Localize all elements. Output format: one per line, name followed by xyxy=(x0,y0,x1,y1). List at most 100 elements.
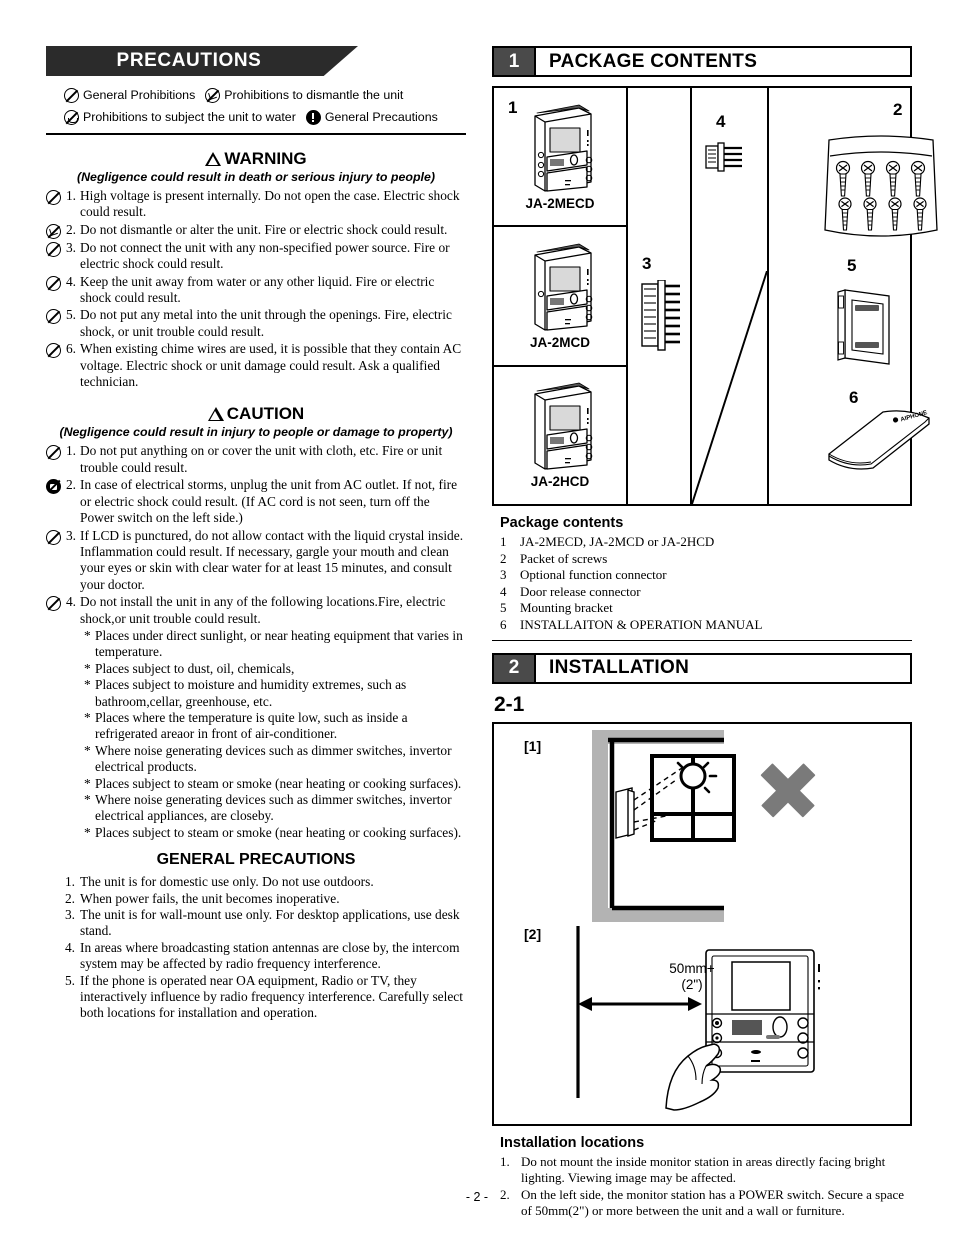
monitor-model-label: JA-2MCD xyxy=(529,334,590,350)
item-number: 4. xyxy=(65,273,76,289)
legend-row: General Prohibitions Prohibitions to dis… xyxy=(64,84,466,106)
package-contents-row: 5 Mounting bracket xyxy=(492,600,912,617)
unplug-precaution-icon xyxy=(46,479,61,495)
diagonal-divider-line xyxy=(692,271,767,504)
section-header-package-contents: 1 PACKAGE CONTENTS xyxy=(492,46,912,77)
row-number: 5 xyxy=(500,600,507,616)
item-index-6: 6 xyxy=(849,388,859,407)
item-text: The unit is for domestic use only. Do no… xyxy=(80,874,374,890)
item-index-5: 5 xyxy=(847,256,857,275)
legend-label: Prohibitions to dismantle the unit xyxy=(224,88,404,102)
general-prohibition-icon xyxy=(64,87,79,103)
item-number: 2. xyxy=(65,221,76,237)
item-index-3: 3 xyxy=(642,254,652,273)
item-number: 3. xyxy=(65,239,76,255)
precautions-banner: PRECAUTIONS xyxy=(46,46,358,76)
wall-clearance-illustration xyxy=(576,925,820,1111)
section-title: INSTALLATION xyxy=(549,657,690,679)
caution-subtitle: (Negligence could result in injury to pe… xyxy=(59,425,453,440)
bullet-asterisk: * xyxy=(84,775,91,791)
warning-title: WARNING xyxy=(224,149,307,168)
item-number: 2. xyxy=(65,477,76,493)
caution-sub-item: * Places subject to moisture and humidit… xyxy=(84,677,466,710)
package-installation-column: 1 PACKAGE CONTENTS 1 JA-2MECD JA-2MCD JA… xyxy=(492,46,938,1220)
monitor-model-label: JA-2HCD xyxy=(530,474,590,490)
warning-heading: WARNING xyxy=(46,149,466,169)
door-release-connector-illustration xyxy=(705,142,742,172)
precautions-banner-title: PRECAUTIONS xyxy=(116,50,262,71)
row-number: 1 xyxy=(500,534,507,549)
general-prohibition-icon xyxy=(46,309,61,325)
item-number: 1. xyxy=(65,443,76,459)
item-text: Do not install the unit in any of the fo… xyxy=(80,594,446,626)
general-prohibition-icon xyxy=(46,343,61,359)
installation-locations-list: 1. Do not mount the inside monitor stati… xyxy=(492,1154,912,1220)
item-text: In areas where broadcasting station ante… xyxy=(80,939,460,972)
caution-list: 1. Do not put anything on or cover the u… xyxy=(46,443,466,841)
general-precaution-item: 5. If the phone is operated near OA equi… xyxy=(46,973,466,1022)
divider xyxy=(46,133,466,135)
section-number: 2 xyxy=(494,654,536,682)
caution-sub-list: * Places under direct sunlight, or near … xyxy=(84,628,466,841)
row-text: Do not mount the inside monitor station … xyxy=(521,1153,886,1186)
item-text: In case of electrical storms, unplug the… xyxy=(80,477,458,526)
precautions-column: PRECAUTIONS General Prohibitions Prohibi… xyxy=(46,46,466,1022)
item-text: If LCD is punctured, do not allow contac… xyxy=(80,527,464,592)
row-number: 2 xyxy=(500,550,507,566)
section-number: 1 xyxy=(494,48,536,75)
general-precaution-item: 3. The unit is for wall-mount use only. … xyxy=(46,907,466,940)
bright-light-warning-illustration xyxy=(592,729,816,922)
sub-item-text: Places subject to steam or smoke (near h… xyxy=(95,824,462,840)
package-contents-row: 4 Door release connector xyxy=(492,584,912,601)
item-text: Do not dismantle or alter the unit. Fire… xyxy=(80,221,448,237)
package-contents-row: 1 JA-2MECD, JA-2MCD or JA-2HCD xyxy=(492,534,912,551)
package-contents-row: 6 INSTALLAITON & OPERATION MANUAL xyxy=(492,617,912,634)
general-precautions-heading: GENERAL PRECAUTIONS xyxy=(156,851,356,869)
caution-triangle-icon xyxy=(207,407,224,422)
sub-item-text: Where noise generating devices such as d… xyxy=(95,792,452,824)
item-text: Keep the unit away from water or any oth… xyxy=(80,273,435,306)
general-prohibition-icon xyxy=(46,275,61,291)
diagram-label-1: [1] xyxy=(524,737,542,754)
row-number: 6 xyxy=(500,616,507,632)
caution-title: CAUTION xyxy=(226,404,305,424)
general-prohibition-icon xyxy=(46,241,61,257)
installation-location-row: 1. Do not mount the inside monitor stati… xyxy=(492,1154,912,1187)
general-prohibition-icon xyxy=(46,190,61,205)
general-precaution-item: 1. The unit is for domestic use only. Do… xyxy=(46,874,466,890)
caution-sub-item: * Where noise generating devices such as… xyxy=(84,743,466,776)
warning-triangle-icon xyxy=(205,152,222,166)
section-title: PACKAGE CONTENTS xyxy=(549,50,758,72)
step-number: 2-1 xyxy=(494,692,525,716)
accessories-column: 2 5 6 AIPHONE xyxy=(769,88,938,504)
general-prohibition-icon xyxy=(46,596,61,612)
legend-label: General Precautions xyxy=(324,110,438,124)
monitor-model-label: JA-2MECD xyxy=(525,195,595,211)
caution-sub-item: * Places subject to steam or smoke (near… xyxy=(84,825,466,841)
item-text: Do not put anything on or cover the unit… xyxy=(80,443,443,475)
dismantle-prohibition-icon xyxy=(46,223,61,239)
legend-label: General Prohibitions xyxy=(83,88,196,102)
item-index-4: 4 xyxy=(716,112,726,131)
monitor-cell-ja2hcd: JA-2HCD xyxy=(494,364,626,504)
sub-item-text: Places subject to steam or smoke (near h… xyxy=(95,775,462,791)
sub-item-text: Where noise generating devices such as d… xyxy=(95,742,452,775)
general-precaution-item: 4. In areas where broadcasting station a… xyxy=(46,940,466,973)
warning-item: 4. Keep the unit away from water or any … xyxy=(46,274,466,307)
caution-sub-item: * Places subject to dust, oil, chemicals… xyxy=(84,661,466,677)
general-precaution-icon xyxy=(305,109,321,125)
monitor-station-illustration xyxy=(534,243,593,331)
item-text: Do not put any metal into the unit throu… xyxy=(80,307,452,339)
warning-item: 2. Do not dismantle or alter the unit. F… xyxy=(46,222,466,239)
divider xyxy=(492,639,912,641)
caution-item: 1. Do not put anything on or cover the u… xyxy=(46,443,466,476)
item-index-2: 2 xyxy=(893,100,903,119)
manual-page: PRECAUTIONS General Prohibitions Prohibi… xyxy=(0,0,954,1235)
bullet-asterisk: * xyxy=(84,709,91,725)
caution-item: 3. If LCD is punctured, do not allow con… xyxy=(46,528,466,594)
package-contents-list: 1 JA-2MECD, JA-2MCD or JA-2HCD 2 Packet … xyxy=(492,534,912,634)
sub-item-text: Places where the temperature is quite lo… xyxy=(95,709,408,742)
item-number: 5. xyxy=(65,307,76,323)
dimension-label: 50mm+ (2") xyxy=(642,961,742,993)
monitor-models-column: 1 JA-2MECD JA-2MCD JA-2HCD xyxy=(494,88,628,504)
